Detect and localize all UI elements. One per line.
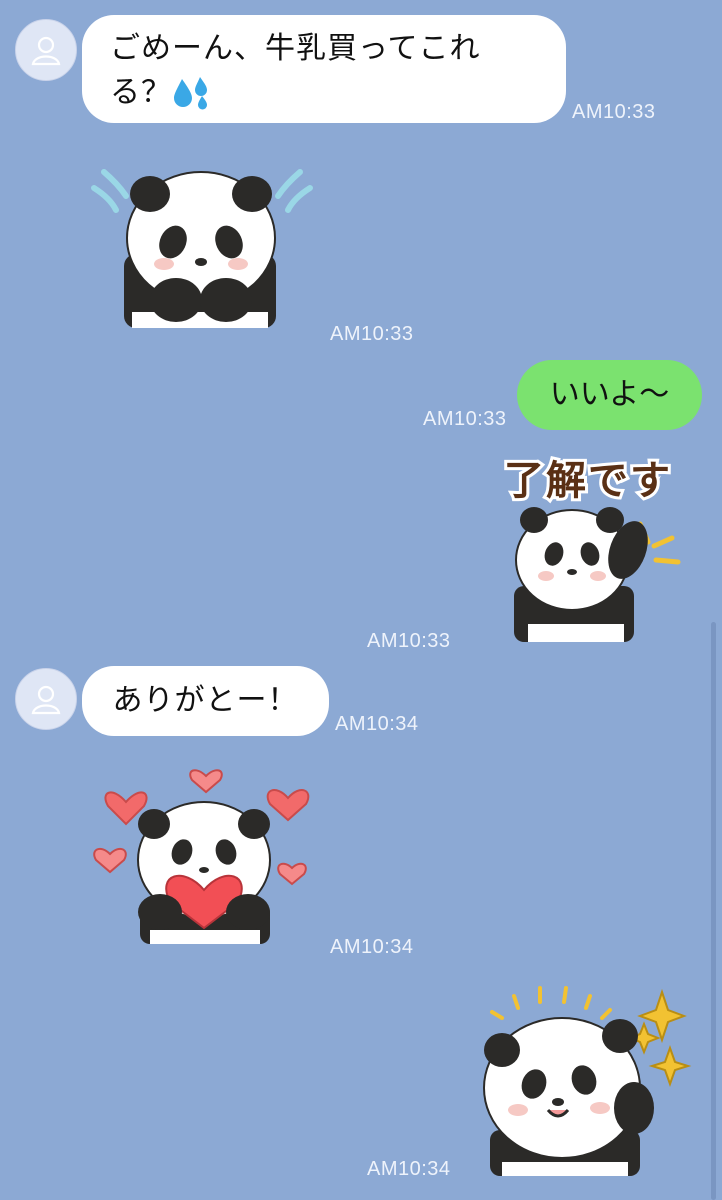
panda-heart-sticker[interactable] [90,762,320,946]
contact-avatar[interactable] [15,19,77,81]
incoming-message-bubble[interactable]: ごめーん、牛乳買ってこれ る？ [82,15,566,123]
contact-avatar[interactable] [15,668,77,730]
message-text-line: る？ [110,75,172,110]
message-text-line: ごめーん、牛乳買ってこれ [110,31,481,66]
message-timestamp: AM10:33 [572,101,656,123]
panda-sparkle-sticker[interactable] [472,980,702,1180]
scrollbar[interactable] [711,622,716,1200]
incoming-message-bubble[interactable]: ありがとー！ [82,666,329,736]
message-timestamp: AM10:33 [423,408,507,430]
sticker-caption: 了解です [504,458,672,504]
message-text: いいよ〜 [549,377,670,412]
sweat-droplets-icon [174,77,207,110]
message-timestamp: AM10:34 [330,936,414,958]
message-timestamp: AM10:33 [330,323,414,345]
message-timestamp: AM10:34 [367,1158,451,1180]
outgoing-message-bubble[interactable]: いいよ〜 [517,360,702,430]
message-text: ありがとー！ [112,683,299,718]
panda-worried-sticker[interactable] [88,162,318,330]
default-avatar-icon [31,685,61,715]
message-timestamp: AM10:33 [367,630,451,652]
message-timestamp: AM10:34 [335,713,419,735]
panda-ok-sticker[interactable]: 了解です [488,450,688,645]
default-avatar-icon [31,36,61,66]
